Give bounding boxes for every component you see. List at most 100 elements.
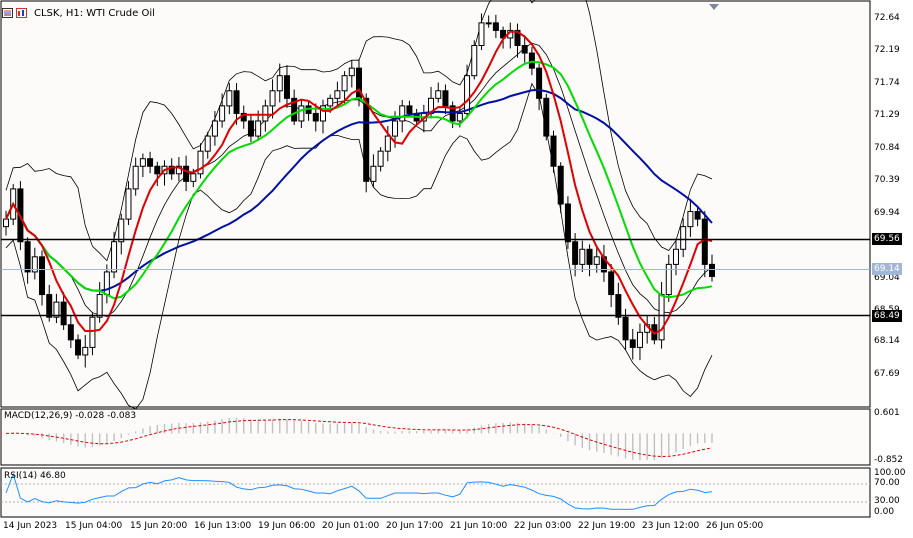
bear-candle [536, 67, 543, 99]
bear-candle [572, 241, 579, 265]
bull-candle [82, 346, 89, 356]
rsi-title: RSI(14) 46.80 [4, 471, 66, 481]
bull-candle [456, 112, 463, 122]
rsi-axis-label: 70.00 [874, 478, 900, 488]
time-axis-label: 14 Jun 2023 [3, 521, 58, 531]
time-axis-label: 19 Jun 06:00 [258, 521, 316, 531]
bear-candle [75, 339, 82, 356]
bear-candle [694, 211, 701, 220]
bear-candle [67, 324, 74, 341]
macd-title: MACD(12,26,9) -0.028 -0.083 [4, 411, 137, 421]
bull-candle [204, 135, 211, 152]
bull-candle [478, 22, 485, 47]
time-axis-label: 20 Jun 17:00 [386, 521, 444, 531]
bull-candle [118, 218, 125, 243]
bear-candle [406, 105, 413, 114]
bear-candle [60, 301, 67, 326]
bear-candle [629, 339, 636, 348]
bear-candle [147, 158, 154, 167]
bull-candle [593, 256, 600, 265]
properties-icon[interactable] [16, 8, 27, 18]
bear-candle [622, 316, 629, 341]
rsi-axis-label: 30.00 [874, 496, 900, 506]
bull-candle [370, 165, 377, 182]
time-axis-label: 20 Jun 01:00 [322, 521, 380, 531]
bear-candle [46, 294, 53, 318]
bull-candle [464, 75, 471, 114]
rsi-axis-label: 100.00 [874, 468, 906, 478]
bull-candle [132, 165, 139, 190]
bull-candle [579, 248, 586, 265]
bull-candle [334, 90, 341, 99]
bull-candle [471, 45, 478, 77]
bear-candle [615, 294, 622, 318]
resistance-level-label[interactable]: 69.56 [872, 233, 902, 245]
bull-candle [89, 316, 96, 348]
price-axis-label: 72.64 [874, 13, 900, 23]
chart-canvas[interactable] [0, 0, 913, 538]
bull-candle [3, 218, 9, 228]
bull-candle [103, 271, 110, 296]
bull-candle [190, 173, 197, 182]
bull-candle [672, 248, 679, 265]
bull-candle [269, 90, 276, 107]
chart-title: CLSK, H1: WTI Crude Oil [34, 7, 155, 19]
time-axis-label: 22 Jun 19:00 [578, 521, 636, 531]
bull-candle [276, 75, 283, 92]
bear-candle [312, 112, 319, 122]
bear-candle [492, 22, 499, 31]
chart-window-icon[interactable] [2, 8, 13, 18]
bear-candle [363, 97, 370, 182]
bear-candle [543, 97, 550, 137]
bull-candle [377, 150, 384, 167]
bull-candle [341, 75, 348, 92]
bear-candle [557, 165, 564, 205]
time-axis-label: 15 Jun 04:00 [65, 521, 123, 531]
bear-candle [701, 218, 708, 265]
current-price-label: 69.14 [872, 263, 902, 275]
price-axis-label: 71.29 [874, 110, 900, 120]
bear-candle [183, 165, 190, 182]
bear-candle [233, 90, 240, 114]
bull-candle [262, 105, 269, 122]
time-axis-label: 21 Jun 10:00 [450, 521, 508, 531]
bear-candle [709, 263, 715, 277]
bear-candle [24, 241, 31, 273]
time-axis-label: 16 Jun 13:00 [194, 521, 252, 531]
bear-candle [283, 75, 290, 99]
bull-candle [658, 294, 665, 341]
bull-candle [348, 67, 355, 77]
bull-candle [384, 135, 391, 152]
time-axis-label: 15 Jun 20:00 [130, 521, 188, 531]
bull-candle [255, 120, 262, 137]
bull-candle [665, 263, 672, 296]
bull-candle [219, 105, 226, 122]
bull-candle [435, 90, 442, 99]
bull-candle [636, 331, 643, 348]
bull-candle [226, 90, 233, 107]
bear-candle [247, 120, 254, 137]
price-axis-label: 71.74 [874, 78, 900, 88]
bear-candle [564, 203, 571, 243]
bear-candle [586, 248, 593, 265]
bear-candle [608, 271, 615, 296]
bear-candle [39, 256, 46, 296]
bear-candle [442, 90, 449, 107]
price-axis-label: 69.94 [874, 208, 900, 218]
bull-candle [687, 211, 694, 228]
bull-candle [399, 105, 406, 122]
bull-candle [392, 120, 399, 137]
rsi-axis-label: 0.00 [874, 507, 895, 517]
bull-candle [298, 105, 305, 122]
macd-axis-label: 0.601 [874, 408, 900, 418]
bull-candle [327, 97, 334, 107]
bear-candle [521, 45, 528, 54]
support-level-label[interactable]: 68.49 [872, 310, 902, 322]
bull-candle [139, 158, 146, 167]
bear-candle [550, 135, 557, 167]
bull-candle [125, 188, 132, 220]
bull-candle [111, 241, 118, 273]
time-axis-label: 22 Jun 03:00 [514, 521, 572, 531]
macd-axis-label: -0.852 [874, 455, 904, 465]
bear-candle [528, 52, 535, 69]
